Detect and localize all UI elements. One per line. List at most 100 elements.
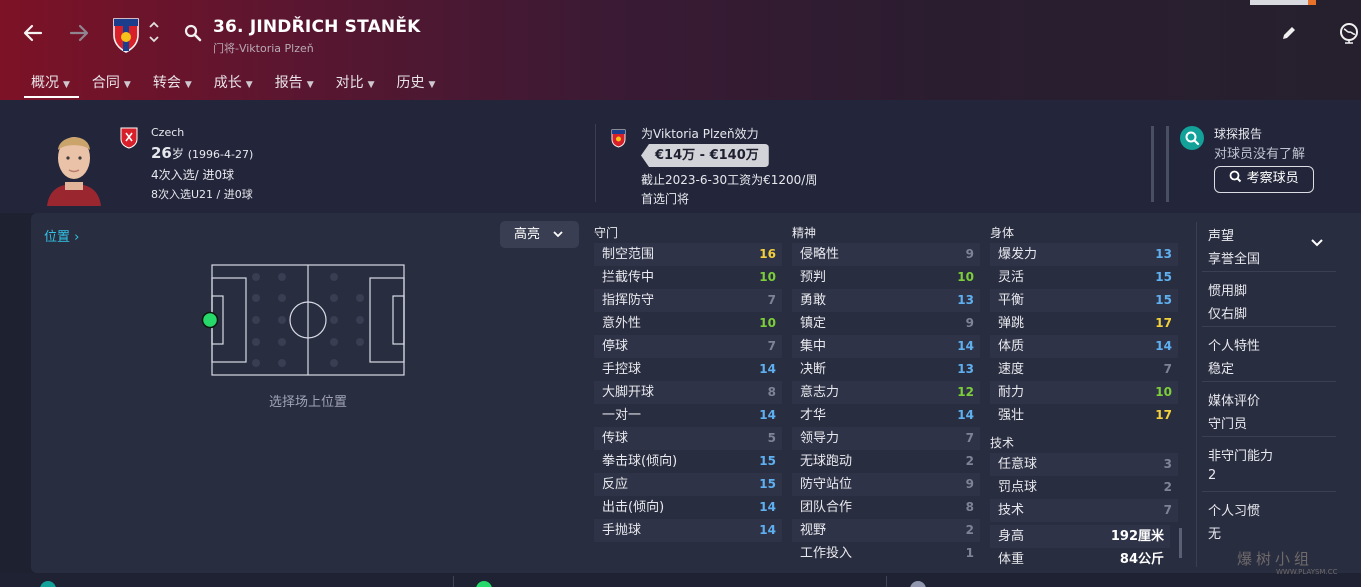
contract-line: 截止2023-6-30工资为€1200/周 [641,173,818,187]
attribute-row[interactable]: 传球 5 [594,427,782,450]
attribute-row[interactable]: 反应 15 [594,473,782,496]
scrollbar[interactable] [1151,126,1154,202]
info-item: 惯用脚 仅右脚 [1208,280,1247,322]
goalkeeping-attributes: 制空范围 16 拦截传中 10 指挥防守 7 意外性 10 停球 7 手控球 14 大脚开球 8 一对一 14… [594,243,782,542]
attribute-row[interactable]: 大脚开球 8 [594,381,782,404]
search-icon[interactable] [184,24,202,46]
pitch-position-map[interactable] [200,262,410,382]
chevron-down-icon[interactable] [1311,239,1323,247]
attribute-name: 集中 [800,339,827,354]
attribute-row[interactable]: 勇敢 13 [792,289,980,312]
attribute-row[interactable]: 技术 7 [990,499,1178,522]
attribute-row[interactable]: 平衡 15 [990,289,1178,312]
value-range-badge[interactable]: €14万 - €140万 [641,144,769,167]
attribute-row[interactable]: 停球 7 [594,335,782,358]
info-value: 无 [1208,527,1222,542]
chevron-down-icon: ▼ [123,80,131,90]
scout-button-label: 考察球员 [1246,171,1299,186]
attribute-row[interactable]: 体重 84公斤 [990,548,1170,571]
player-switch-arrows[interactable] [148,19,160,48]
tab-contract[interactable]: 合同 ▼ [81,66,142,98]
player-subtitle: 门将-Viktoria Plzeň [213,42,314,55]
edit-pencil-icon[interactable] [1280,24,1298,46]
bottom-panels [0,573,1361,587]
attribute-row[interactable]: 拳击球(倾向) 15 [594,450,782,473]
attribute-row[interactable]: 视野 2 [792,519,980,542]
attribute-row[interactable]: 指挥防守 7 [594,289,782,312]
attribute-row[interactable]: 弹跳 17 [990,312,1178,335]
attribute-row[interactable]: 预判 10 [792,266,980,289]
attribute-row[interactable]: 手抛球 14 [594,519,782,542]
tab-label: 对比 [335,75,364,91]
attribute-row[interactable]: 意外性 10 [594,312,782,335]
attribute-value: 7 [767,339,776,353]
forward-arrow-icon[interactable] [68,22,90,49]
club-crest-icon[interactable] [112,15,140,53]
attribute-value: 14 [759,408,776,422]
scout-player-button[interactable]: 考察球员 [1214,166,1314,193]
profile-band: Czech 26岁 (1996-4-27) 4次入选/ 进0球 8次入选U21 … [0,100,1361,213]
attribute-row[interactable]: 意志力 12 [792,381,980,404]
attribute-row[interactable]: 耐力 10 [990,381,1178,404]
globe-icon[interactable] [1339,22,1359,48]
highlight-dropdown[interactable]: 高亮 [500,221,579,248]
attribute-name: 耐力 [998,385,1025,400]
player-title: 36. JINDŘICH STANĚK [213,17,421,37]
attribute-row[interactable]: 镇定 9 [792,312,980,335]
attribute-value: 17 [1155,408,1172,422]
attribute-row[interactable]: 罚点球 2 [990,476,1178,499]
attribute-row[interactable]: 工作投入 1 [792,542,980,565]
attribute-name: 罚点球 [998,480,1038,495]
attribute-row[interactable]: 强壮 17 [990,404,1178,427]
attribute-row[interactable]: 任意球 3 [990,453,1178,476]
attribute-name: 技术 [998,503,1025,518]
attribute-row[interactable]: 集中 14 [792,335,980,358]
attribute-name: 才华 [800,408,827,423]
attribute-row[interactable]: 体质 14 [990,335,1178,358]
attribute-value: 14 [759,523,776,537]
pitch-caption: 选择场上位置 [269,395,348,410]
tab-development[interactable]: 成长 ▼ [203,66,264,98]
attribute-name: 意外性 [602,316,642,331]
attribute-row[interactable]: 一对一 14 [594,404,782,427]
scrollbar[interactable] [1166,126,1169,202]
attribute-value: 8 [965,500,974,514]
attribute-row[interactable]: 制空范围 16 [594,243,782,266]
attribute-row[interactable]: 决断 13 [792,358,980,381]
back-arrow-icon[interactable] [22,22,44,49]
attribute-row[interactable]: 速度 7 [990,358,1178,381]
attribute-value: 15 [759,454,776,468]
tab-label: 历史 [396,75,425,91]
attribute-name: 侵略性 [800,247,840,262]
attribute-name: 勇敢 [800,293,827,308]
scrollbar[interactable] [1179,528,1182,558]
attribute-row[interactable]: 身高 192厘米 [990,525,1170,548]
attribute-row[interactable]: 无球跑动 2 [792,450,980,473]
attribute-row[interactable]: 才华 14 [792,404,980,427]
attribute-name: 停球 [602,339,629,354]
tab-reports[interactable]: 报告 ▼ [264,66,325,98]
tab-compare[interactable]: 对比 ▼ [325,66,386,98]
attribute-row[interactable]: 团队合作 8 [792,496,980,519]
attribute-row[interactable]: 防守站位 9 [792,473,980,496]
info-value: 仅右脚 [1208,307,1248,322]
attribute-row[interactable]: 灵活 15 [990,266,1178,289]
attribute-name: 领导力 [800,431,840,446]
attribute-row[interactable]: 手控球 14 [594,358,782,381]
tab-overview[interactable]: 概况 ▼ [20,66,81,98]
attribute-row[interactable]: 领导力 7 [792,427,980,450]
divider [886,576,887,587]
attribute-row[interactable]: 拦截传中 10 [594,266,782,289]
attribute-row[interactable]: 侵略性 9 [792,243,980,266]
attribute-row[interactable]: 爆发力 13 [990,243,1178,266]
mental-heading: 精神 [792,226,817,240]
player-avatar[interactable] [45,124,103,206]
attribute-row[interactable]: 出击(倾向) 14 [594,496,782,519]
tab-history[interactable]: 历史 ▼ [386,66,447,98]
position-link[interactable]: 位置 › [44,226,79,245]
attribute-value: 10 [1155,385,1172,399]
age-value: 26 [151,144,172,162]
club-crest-small-icon [611,129,626,148]
tab-transfer[interactable]: 转会 ▼ [142,66,203,98]
info-label: 媒体评价 [1208,394,1261,409]
